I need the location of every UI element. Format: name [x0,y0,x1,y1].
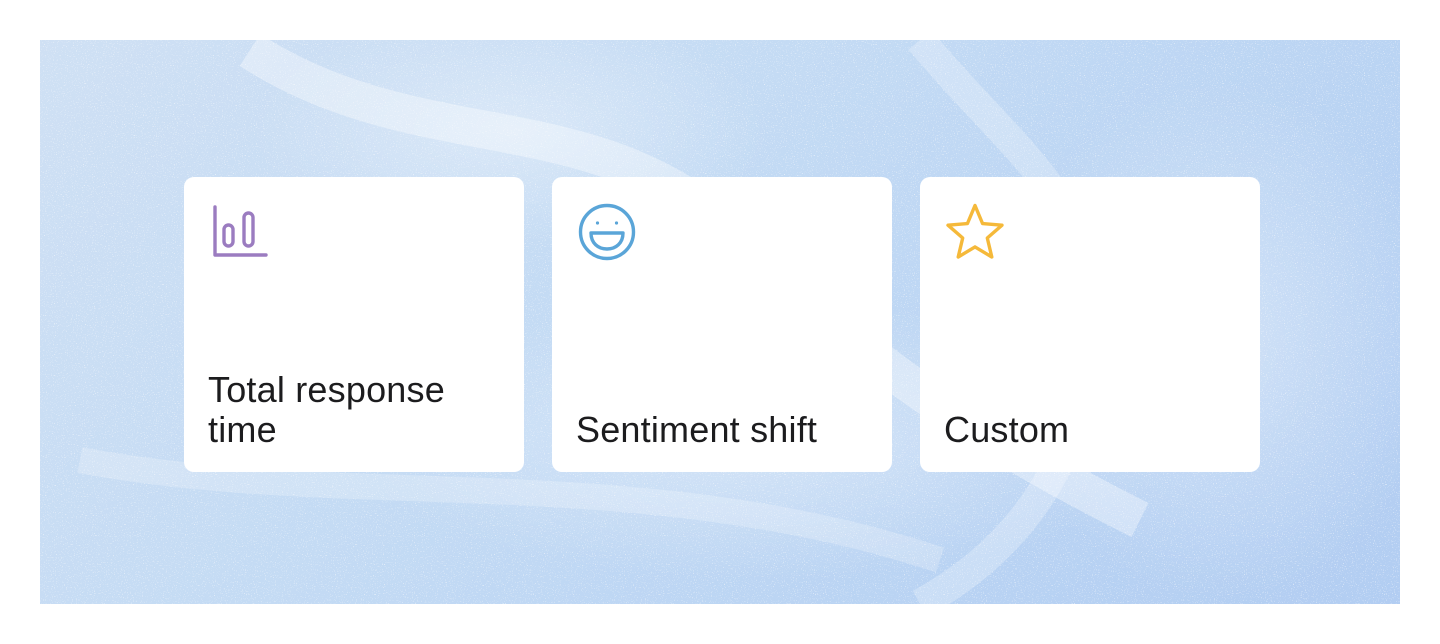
star-icon [946,203,1008,265]
metric-card-total-response-time[interactable]: Total response time [184,177,524,472]
smiley-face-icon [578,203,640,265]
card-label: Sentiment shift [576,409,818,450]
bar-chart-icon [210,203,272,265]
hero-banner: Total response time Sentiment shift Cust… [40,40,1400,604]
metric-card-sentiment-shift[interactable]: Sentiment shift [552,177,892,472]
card-label: Total response time [208,369,445,450]
metric-card-custom[interactable]: Custom [920,177,1260,472]
card-label: Custom [944,409,1070,450]
